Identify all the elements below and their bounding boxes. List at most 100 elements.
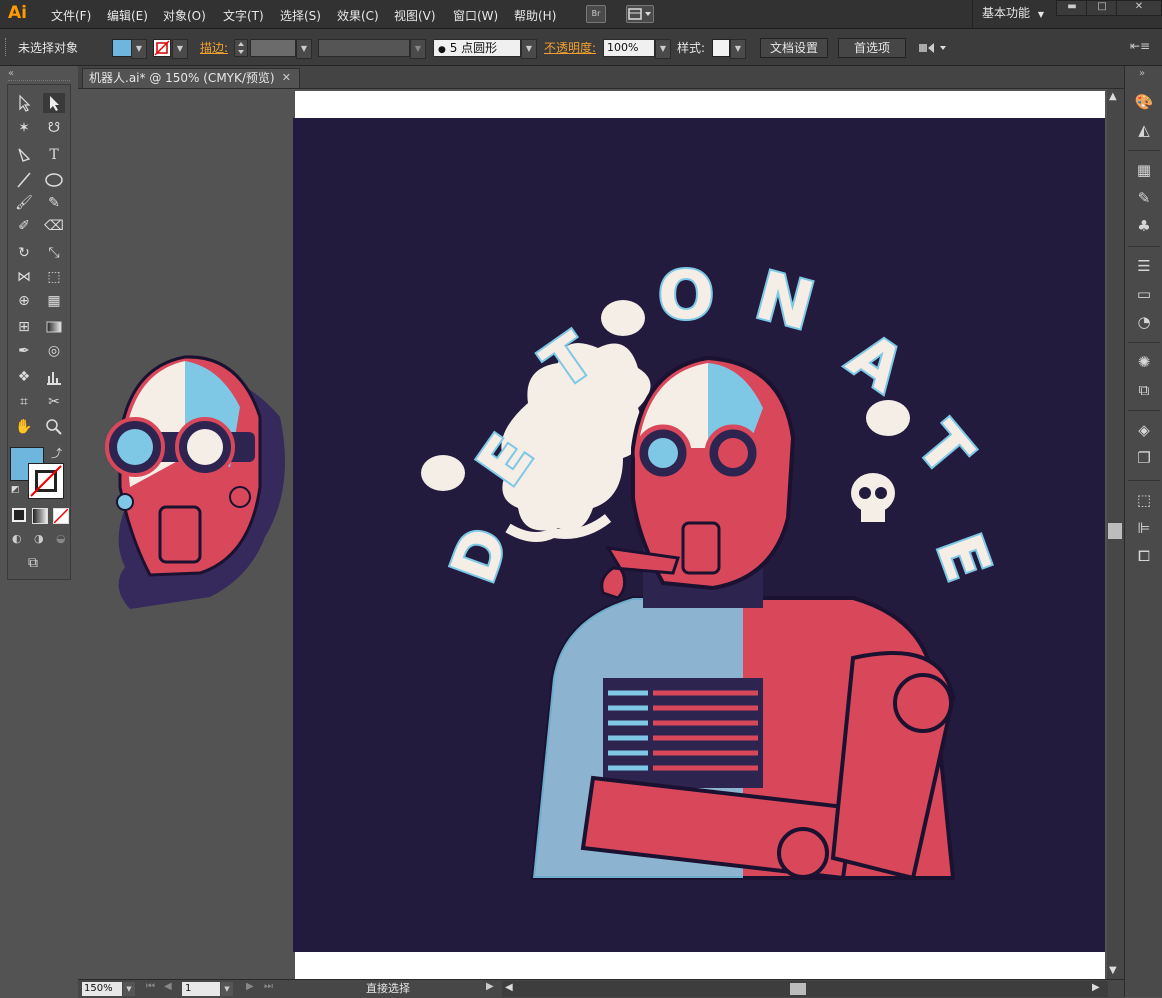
document-setup-button[interactable]: 文档设置: [760, 38, 828, 58]
none-mode-button[interactable]: [53, 508, 69, 524]
vertical-scrollbar[interactable]: ▲ ▼: [1107, 89, 1124, 979]
blend-tool-icon[interactable]: ◎: [43, 341, 65, 361]
close-button[interactable]: ✕: [1116, 0, 1162, 16]
brush-dropdown[interactable]: ▼: [521, 39, 537, 59]
first-artboard-icon[interactable]: ⏮: [146, 981, 155, 992]
pathfinder-icon[interactable]: ⧠: [1133, 546, 1155, 566]
zoom-tool-icon[interactable]: [43, 417, 65, 437]
profile-dropdown[interactable]: ▼: [410, 39, 426, 59]
menu-view[interactable]: 视图(V): [394, 7, 436, 24]
gradient-icon[interactable]: ▭: [1133, 284, 1155, 304]
screen-mode-icon[interactable]: ⧉: [28, 555, 38, 571]
perspective-grid-tool-icon[interactable]: ▦: [43, 291, 65, 311]
last-artboard-icon[interactable]: ⏭: [264, 981, 273, 992]
swatches-icon[interactable]: ▦: [1133, 160, 1155, 180]
preferences-button[interactable]: 首选项: [838, 38, 906, 58]
transform-icon[interactable]: ⬚: [1133, 490, 1155, 510]
menu-select[interactable]: 选择(S): [280, 7, 321, 24]
color-panel-icon[interactable]: 🎨: [1133, 92, 1155, 112]
graph-tool-icon[interactable]: [43, 367, 65, 387]
width-tool-icon[interactable]: ⋈: [13, 267, 35, 287]
layers-icon[interactable]: ◈: [1133, 420, 1155, 440]
isolate-selection-button[interactable]: [916, 38, 950, 58]
direct-selection-tool-icon[interactable]: [43, 93, 65, 113]
document-tab[interactable]: 机器人.ai* @ 150% (CMYK/预览) ✕: [82, 68, 300, 88]
opacity-dropdown[interactable]: ▼: [655, 39, 671, 59]
symbol-sprayer-tool-icon[interactable]: ❖: [13, 367, 35, 387]
menu-edit[interactable]: 编辑(E): [107, 7, 148, 24]
artwork-background[interactable]: D E T O N A T E: [293, 118, 1105, 952]
scroll-right-icon[interactable]: ▶: [1092, 982, 1100, 993]
slice-tool-icon[interactable]: ✂: [43, 392, 65, 412]
artboard-tool-icon[interactable]: ⌗: [13, 392, 35, 412]
next-artboard-icon[interactable]: ▶: [246, 981, 254, 992]
draw-inside-icon[interactable]: ◒: [56, 532, 66, 545]
mesh-tool-icon[interactable]: ⊞: [13, 317, 35, 337]
line-tool-icon[interactable]: [13, 170, 35, 190]
rotate-tool-icon[interactable]: ↻: [13, 243, 35, 263]
scroll-left-icon[interactable]: ◀: [505, 982, 513, 993]
variable-width-profile[interactable]: [318, 39, 410, 57]
eraser-tool-icon[interactable]: ⌫: [43, 216, 65, 236]
maximize-button[interactable]: □: [1086, 0, 1118, 16]
vertical-scroll-thumb[interactable]: [1108, 523, 1122, 539]
default-colors-icon[interactable]: ◩: [11, 485, 20, 495]
menu-type[interactable]: 文字(T): [223, 7, 264, 24]
fill-swatch[interactable]: [112, 39, 132, 57]
graphic-styles-icon[interactable]: ⧉: [1133, 380, 1155, 400]
pencil-tool-icon[interactable]: ✎: [43, 193, 65, 213]
panel-menu-icon[interactable]: ⇤≡: [1130, 39, 1150, 57]
stroke-label[interactable]: 描边:: [200, 39, 228, 56]
scroll-up-icon[interactable]: ▲: [1109, 91, 1117, 102]
ellipse-tool-icon[interactable]: [43, 170, 65, 190]
color-mode-button[interactable]: [12, 508, 26, 522]
stroke-dropdown[interactable]: ▼: [172, 39, 188, 59]
brush-definition[interactable]: ● 5 点圆形: [433, 39, 521, 57]
style-dropdown[interactable]: ▼: [730, 39, 746, 59]
zoom-dropdown[interactable]: ▼: [123, 982, 135, 996]
menu-help[interactable]: 帮助(H): [514, 7, 556, 24]
swap-fill-stroke-icon[interactable]: ⤴: [51, 445, 62, 461]
menu-file[interactable]: 文件(F): [51, 7, 91, 24]
artboard-dropdown[interactable]: ▼: [221, 982, 233, 996]
draw-behind-icon[interactable]: ◑: [34, 532, 44, 545]
bridge-button[interactable]: Br: [586, 5, 606, 23]
selection-tool-icon[interactable]: [13, 93, 35, 113]
appearance-icon[interactable]: ✺: [1133, 352, 1155, 372]
menu-window[interactable]: 窗口(W): [453, 7, 498, 24]
stroke-icon[interactable]: ☰: [1133, 256, 1155, 276]
stroke-swatch[interactable]: [153, 39, 171, 57]
eyedropper-tool-icon[interactable]: ✒: [13, 341, 35, 361]
hand-tool-icon[interactable]: ✋: [13, 417, 35, 437]
stroke-weight-stepper[interactable]: [234, 39, 248, 57]
robot-head-sketch[interactable]: [90, 337, 290, 609]
opacity-label[interactable]: 不透明度:: [544, 39, 596, 56]
stroke-color-box[interactable]: [28, 463, 64, 499]
scale-tool-icon[interactable]: ⤡: [43, 243, 65, 263]
stroke-weight-input[interactable]: [250, 39, 296, 57]
canvas-area[interactable]: D E T O N A T E: [78, 89, 1107, 979]
draw-normal-icon[interactable]: ◐: [12, 532, 22, 545]
opacity-input[interactable]: 100%: [603, 39, 655, 57]
symbols-icon[interactable]: ♣: [1133, 216, 1155, 236]
magic-wand-tool-icon[interactable]: ✶: [13, 118, 35, 138]
scroll-down-icon[interactable]: ▼: [1109, 965, 1117, 976]
horizontal-scroll-thumb[interactable]: [790, 983, 806, 995]
expand-panels-icon[interactable]: »: [1139, 68, 1145, 79]
minimize-button[interactable]: ▬: [1056, 0, 1088, 16]
artboards-icon[interactable]: ❐: [1133, 448, 1155, 468]
menu-effect[interactable]: 效果(C): [337, 7, 379, 24]
artboard-number-input[interactable]: 1: [182, 982, 220, 996]
type-tool-icon[interactable]: T: [43, 145, 65, 165]
paintbrush-tool-icon[interactable]: 🖌: [13, 193, 35, 213]
align-icon[interactable]: ⊫: [1133, 518, 1155, 538]
transparency-icon[interactable]: ◔: [1133, 312, 1155, 332]
grip-handle[interactable]: [5, 38, 9, 56]
close-tab-icon[interactable]: ✕: [282, 69, 291, 87]
collapse-panel-icon[interactable]: «: [8, 68, 14, 79]
zoom-level-input[interactable]: 150%: [82, 982, 122, 996]
previous-artboard-icon[interactable]: ◀: [164, 981, 172, 992]
brushes-icon[interactable]: ✎: [1133, 188, 1155, 208]
workspace-switcher[interactable]: 基本功能 ▼: [972, 0, 1054, 28]
blob-brush-tool-icon[interactable]: ✐: [13, 216, 35, 236]
